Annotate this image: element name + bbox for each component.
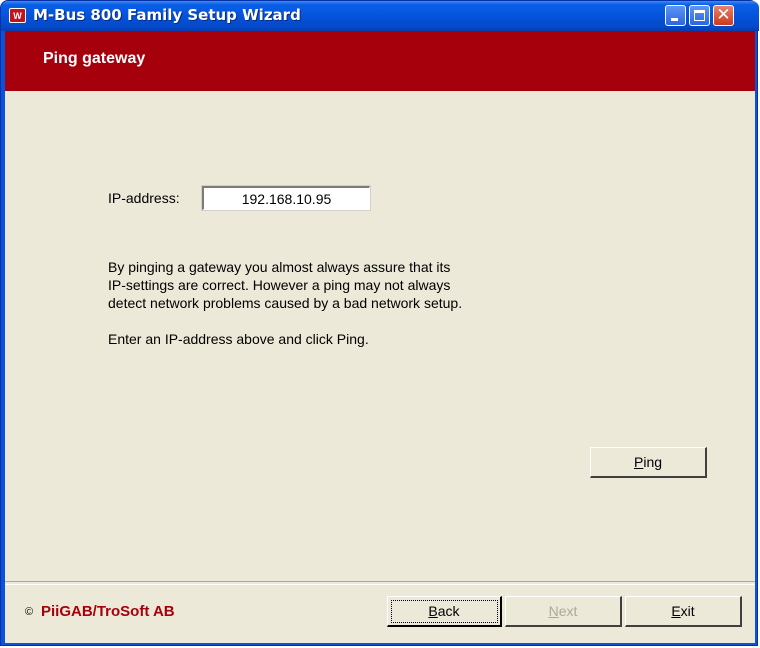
info-line: detect network problems caused by a bad …	[108, 295, 463, 311]
close-icon: ✕	[716, 5, 731, 25]
ping-button[interactable]: Ping	[590, 447, 707, 478]
close-button[interactable]: ✕	[713, 5, 734, 26]
ip-address-label: IP-address:	[108, 190, 180, 206]
title-bar[interactable]: W M-Bus 800 Family Setup Wizard ✕	[1, 1, 759, 31]
footer-separator	[5, 581, 755, 585]
app-icon: W	[9, 8, 26, 23]
back-button[interactable]: Back	[387, 596, 502, 627]
wizard-window: W M-Bus 800 Family Setup Wizard ✕ Ping g…	[0, 0, 759, 646]
exit-button[interactable]: Exit	[625, 596, 742, 627]
window-title: M-Bus 800 Family Setup Wizard	[33, 6, 301, 24]
wizard-client-area: Ping gateway IP-address: By pinging a ga…	[5, 31, 755, 643]
company-brand: PiiGAB/TroSoft AB	[41, 603, 175, 620]
info-line: IP-settings are correct. However a ping …	[108, 277, 451, 293]
info-instruction: Enter an IP-address above and click Ping…	[108, 331, 369, 347]
exit-accel: E	[671, 603, 681, 619]
maximize-icon	[694, 10, 705, 21]
info-text: By pinging a gateway you almost always a…	[108, 258, 548, 348]
info-line: By pinging a gateway you almost always a…	[108, 259, 451, 275]
next-accel: N	[548, 603, 559, 619]
minimize-button[interactable]	[665, 5, 686, 26]
ip-address-input[interactable]	[201, 185, 371, 211]
copyright-symbol: ©	[25, 606, 34, 618]
ping-accel: P	[633, 454, 644, 470]
exit-label-rest: xit	[680, 603, 695, 619]
page-header: Ping gateway	[5, 31, 755, 91]
back-label-rest: ack	[437, 603, 460, 619]
next-label-rest: ext	[558, 603, 578, 619]
minimize-icon	[671, 18, 678, 21]
page-title: Ping gateway	[43, 50, 146, 67]
maximize-button[interactable]	[689, 5, 710, 26]
back-accel: B	[428, 603, 438, 619]
next-button[interactable]: Next	[505, 596, 622, 627]
ping-label-rest: ing	[643, 454, 663, 470]
